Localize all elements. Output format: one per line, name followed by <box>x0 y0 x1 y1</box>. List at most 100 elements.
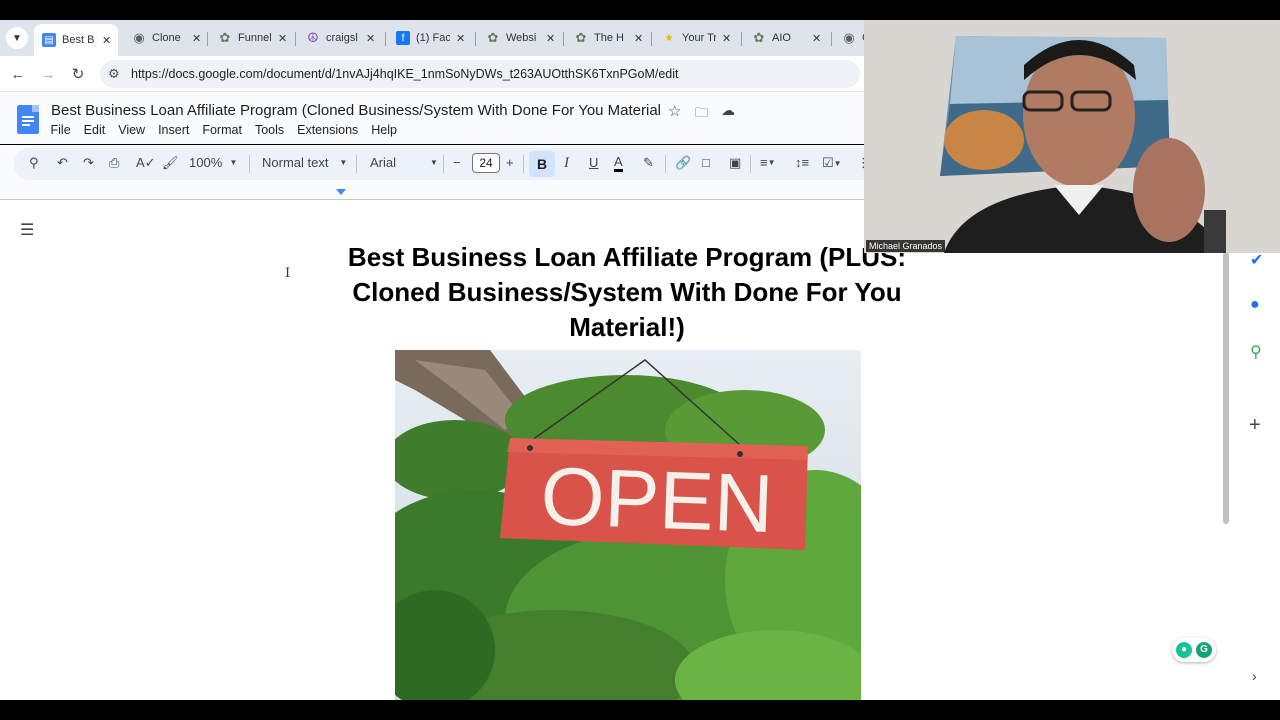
spellcheck-icon[interactable]: A✓ <box>136 155 156 171</box>
bold-button[interactable]: B <box>529 151 555 177</box>
link-icon[interactable]: 🔗 <box>675 155 691 171</box>
site-info-icon[interactable]: ⚙ <box>108 66 120 82</box>
contacts-icon[interactable]: ● <box>1250 296 1260 314</box>
open-sign-picture: OPEN <box>395 350 861 700</box>
heading-line: Cloned Business/System With Done For You <box>352 277 902 307</box>
tab-title: The H <box>594 32 624 44</box>
forward-button[interactable]: → <box>38 64 58 84</box>
menu-bar: File Edit View Insert Format Tools Exten… <box>44 123 404 137</box>
browser-tab-strip: ▼ ▤ Best B ✕ ◉ Clone ✕ ✿ Funnel ✕ ☮ craigsl ✕ f (1) F… <box>0 20 864 56</box>
close-icon[interactable]: ✕ <box>634 32 643 45</box>
indent-marker-icon[interactable] <box>336 189 346 195</box>
tab-separator <box>475 32 476 46</box>
menu-edit[interactable]: Edit <box>77 123 112 137</box>
browser-tab[interactable]: ☮ craigsl ✕ <box>298 24 380 52</box>
menu-extensions[interactable]: Extensions <box>291 123 365 137</box>
tree-icon: ✿ <box>487 30 499 45</box>
browser-tab[interactable]: ◉ Clone ✕ <box>124 24 206 52</box>
toolbar-divider <box>356 155 357 173</box>
close-icon[interactable]: ✕ <box>722 32 731 45</box>
close-icon[interactable]: ✕ <box>278 32 287 45</box>
document-title[interactable]: Best Business Loan Affiliate Program (Cl… <box>51 102 661 119</box>
grammarly-icon: G <box>1196 642 1212 658</box>
document-heading[interactable]: Best Business Loan Affiliate Program (PL… <box>312 240 942 345</box>
tab-title: craigsl <box>326 32 358 44</box>
checklist-icon[interactable]: ☑ ▼ <box>822 155 842 171</box>
grammarly-widget[interactable]: ● G <box>1172 638 1216 662</box>
font-size-input[interactable]: 24 <box>472 153 500 173</box>
add-comment-icon[interactable]: □ <box>702 155 710 170</box>
tab-separator <box>385 32 386 46</box>
close-icon[interactable]: ✕ <box>456 32 465 45</box>
browser-tab[interactable]: ✿ AIO ✕ <box>744 24 826 52</box>
redo-icon[interactable]: ↷ <box>83 155 94 171</box>
tab-search-button[interactable]: ▼ <box>6 27 28 49</box>
text-color-button[interactable]: A <box>614 155 623 172</box>
text-cursor-icon: I <box>285 266 291 281</box>
browser-tab[interactable]: ✿ Websi ✕ <box>478 24 560 52</box>
underline-button[interactable]: U <box>589 155 598 170</box>
tab-separator <box>295 32 296 46</box>
browser-tab[interactable]: ✿ The H ✕ <box>566 24 648 52</box>
tab-separator <box>651 32 652 46</box>
insert-image-icon[interactable]: ▣ <box>729 155 741 171</box>
menu-insert[interactable]: Insert <box>152 123 196 137</box>
close-icon[interactable]: ✕ <box>812 32 821 45</box>
menu-view[interactable]: View <box>112 123 152 137</box>
tab-title: Funnel <box>238 32 272 44</box>
back-button[interactable]: ← <box>8 64 28 84</box>
line-spacing-icon[interactable]: ↕≡ <box>795 155 809 170</box>
browser-tab[interactable]: ◉C <box>834 24 864 52</box>
align-icon[interactable]: ≡ ▼ <box>760 155 776 170</box>
bottom-letterbox <box>0 700 1280 720</box>
google-docs-logo-icon[interactable] <box>17 105 39 134</box>
paint-format-icon[interactable]: 🖌 <box>162 155 179 171</box>
browser-tab[interactable]: ✿ Funnel ✕ <box>210 24 292 52</box>
toolbar-divider <box>443 155 444 173</box>
menu-help[interactable]: Help <box>365 123 404 137</box>
browser-tab[interactable]: ▤ Best B ✕ <box>34 24 118 56</box>
increase-font-size-icon[interactable]: + <box>506 155 514 170</box>
reload-icon: ↻ <box>71 66 85 83</box>
webcam-video <box>864 20 1280 253</box>
close-icon[interactable]: ✕ <box>102 34 111 47</box>
tree-icon: ✿ <box>219 30 231 45</box>
reload-button[interactable]: ↻ <box>68 64 88 84</box>
highlight-icon[interactable]: ✎ <box>643 155 654 171</box>
move-folder-icon[interactable]: 🗀 <box>695 104 708 126</box>
print-icon[interactable]: ⎙ <box>109 155 119 171</box>
chevron-right-icon[interactable]: › <box>1252 668 1257 684</box>
zoom-select[interactable]: 100% ▼ <box>189 155 237 170</box>
add-addon-icon[interactable]: + <box>1249 414 1261 437</box>
maps-icon[interactable]: ⚲ <box>1250 342 1262 362</box>
paragraph-style-select[interactable]: Normal text ▼ <box>262 155 347 170</box>
tab-title: AIO <box>772 32 791 44</box>
address-bar[interactable]: ⚙ https://docs.google.com/document/d/1nv… <box>100 60 860 88</box>
close-icon[interactable]: ✕ <box>366 32 375 45</box>
sign-text: OPEN <box>539 451 774 550</box>
menu-tools[interactable]: Tools <box>248 123 290 137</box>
cloud-saved-icon[interactable]: ☁ <box>721 102 735 119</box>
star-icon[interactable]: ☆ <box>668 102 681 120</box>
browser-tab[interactable]: f (1) Fac ✕ <box>388 24 470 52</box>
decrease-font-size-icon[interactable]: − <box>453 155 461 170</box>
document-canvas[interactable]: ☰ I Best Business Loan Affiliate Program… <box>0 200 1280 700</box>
open-sign-image[interactable]: OPEN <box>395 350 861 700</box>
docs-header: Best Business Loan Affiliate Program (Cl… <box>0 92 864 144</box>
vertical-scrollbar[interactable] <box>1223 252 1229 524</box>
menu-format[interactable]: Format <box>196 123 249 137</box>
document-outline-icon[interactable]: ☰ <box>20 220 34 240</box>
tab-title: Clone <box>152 32 181 44</box>
browser-tab[interactable]: ★ Your Tr ✕ <box>654 24 736 52</box>
heading-line: Material!) <box>569 312 685 342</box>
close-icon[interactable]: ✕ <box>192 32 201 45</box>
tab-separator <box>563 32 564 46</box>
menu-file[interactable]: File <box>44 123 77 137</box>
undo-icon[interactable]: ↶ <box>57 155 68 171</box>
close-icon[interactable]: ✕ <box>546 32 555 45</box>
peace-icon: ☮ <box>307 30 319 45</box>
search-menus-icon[interactable]: ⚲ <box>29 155 39 171</box>
tasks-icon[interactable]: ✔ <box>1250 250 1263 270</box>
font-select[interactable]: Arial ▼ <box>370 155 438 170</box>
italic-button[interactable]: I <box>564 155 569 172</box>
